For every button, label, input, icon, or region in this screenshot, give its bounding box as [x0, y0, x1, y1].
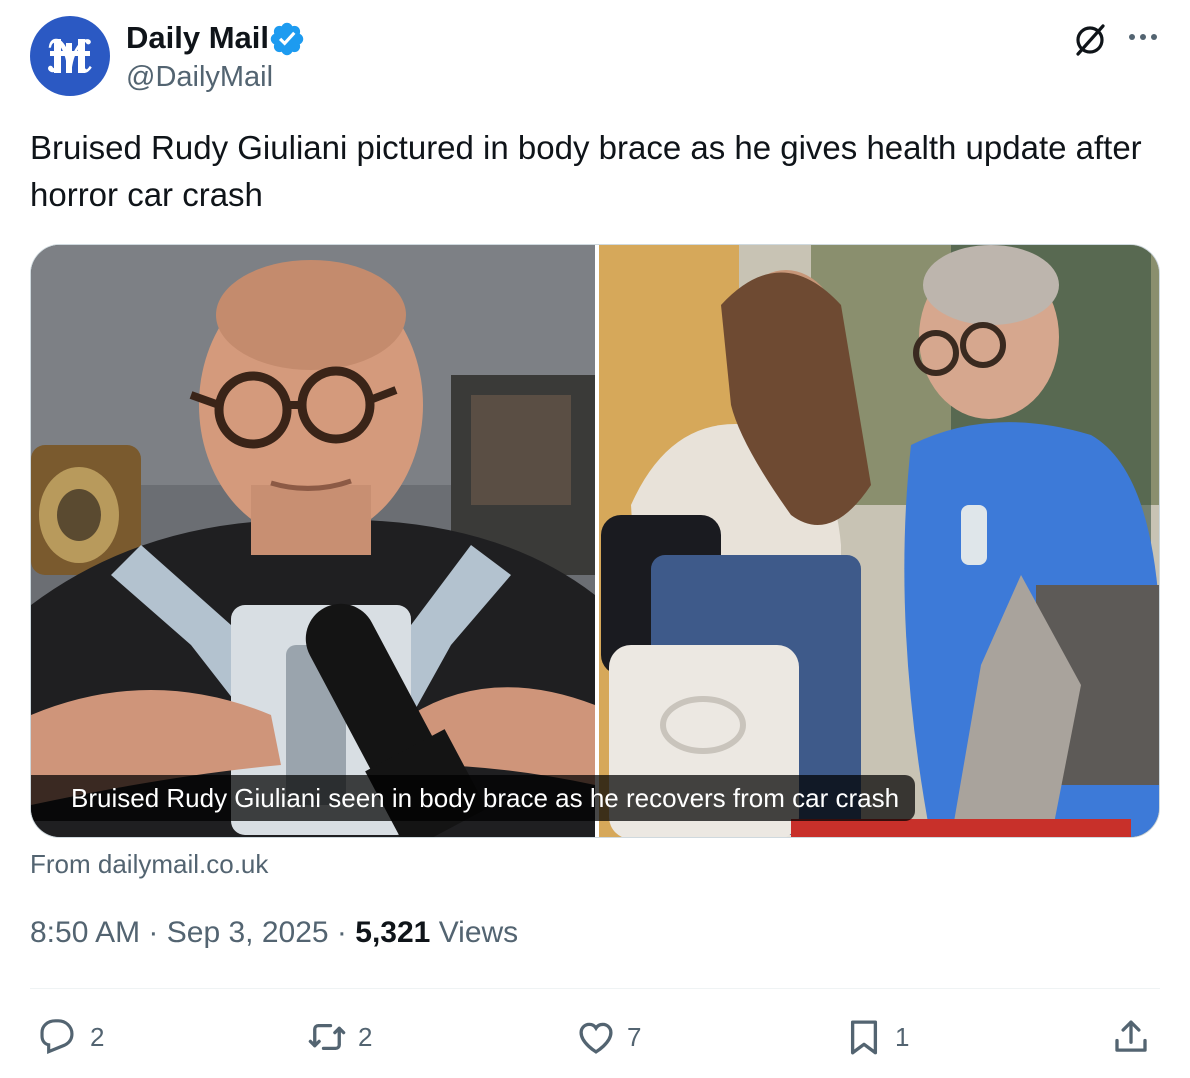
tweet-time[interactable]: 8:50 AM [30, 916, 140, 949]
repost-count: 2 [358, 1021, 373, 1052]
reply-count: 2 [90, 1021, 105, 1052]
bookmark-count: 1 [895, 1021, 910, 1052]
link-source[interactable]: From dailymail.co.uk [30, 848, 268, 880]
author-display-name[interactable]: Daily Mail [126, 20, 269, 56]
article-photo [31, 245, 1159, 837]
like-button[interactable]: 7 [575, 1014, 641, 1060]
link-card-image[interactable]: Bruised Rudy Giuliani seen in body brace… [30, 244, 1160, 838]
media-caption: Bruised Rudy Giuliani seen in body brace… [31, 775, 916, 821]
reply-icon [40, 1019, 74, 1054]
bookmark-icon [850, 1020, 878, 1055]
tweet-card: ℳ Daily Mail @DailyMail Bruised Rudy Giu… [0, 0, 1190, 1078]
views-label: Views [438, 916, 519, 949]
share-icon [1115, 1020, 1147, 1052]
like-count: 7 [627, 1021, 642, 1052]
tweet-text: Bruised Rudy Giuliani pictured in body b… [30, 129, 1142, 213]
repost-button[interactable]: 2 [306, 1014, 372, 1060]
daily-mail-logo: ℳ [48, 35, 93, 81]
more-icon[interactable] [1124, 22, 1162, 52]
tweet-date[interactable]: Sep 3, 2025 [167, 916, 329, 949]
verified-badge-icon [270, 22, 304, 56]
reply-button[interactable]: 2 [38, 1014, 104, 1060]
bookmark-button[interactable]: 1 [843, 1014, 909, 1060]
meta-separator: · [336, 916, 347, 949]
author-handle[interactable]: @DailyMail [126, 60, 273, 94]
heart-icon [579, 1022, 613, 1054]
repost-icon [308, 1023, 346, 1051]
grok-icon[interactable] [1070, 20, 1110, 60]
meta-separator: · [148, 916, 159, 949]
avatar[interactable]: ℳ [30, 16, 110, 96]
share-button[interactable] [1110, 1014, 1152, 1060]
divider [30, 988, 1160, 989]
tweet-meta: 8:50 AM · Sep 3, 2025 · 5,321 Views [30, 914, 518, 952]
views-count: 5,321 [355, 916, 431, 949]
